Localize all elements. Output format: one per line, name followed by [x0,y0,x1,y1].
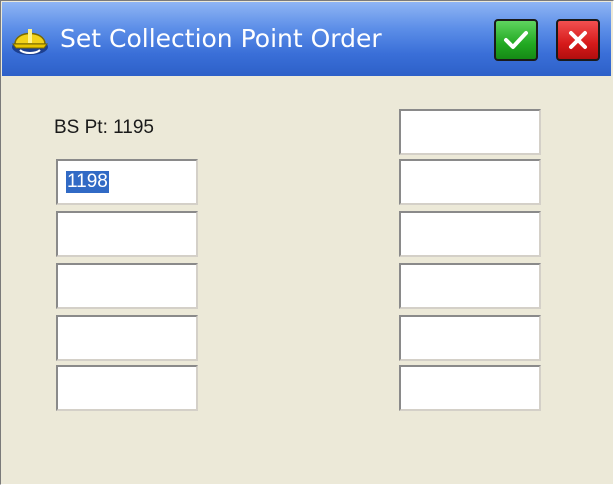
point-order-field-6[interactable] [399,109,541,155]
point-order-field-5[interactable] [56,365,198,411]
title-bar: Set Collection Point Order [2,2,611,76]
point-order-field-10[interactable] [399,315,541,361]
point-order-field-7[interactable] [399,159,541,205]
point-order-field-2[interactable] [56,211,198,257]
cancel-button[interactable] [556,19,600,61]
point-order-field-9[interactable] [399,263,541,309]
window-title: Set Collection Point Order [60,24,382,53]
point-order-field-11[interactable] [399,365,541,411]
point-order-field-1-value: 1198 [66,171,109,193]
close-icon [569,31,587,49]
point-order-field-8[interactable] [399,211,541,257]
ok-button[interactable] [494,19,538,61]
checkmark-icon [504,31,528,49]
point-order-field-3[interactable] [56,263,198,309]
surveyor-hardhat-icon [12,29,48,55]
point-order-field-1[interactable]: 1198 [56,159,198,205]
backsight-point-label: BS Pt: 1195 [54,117,154,138]
dialog-window: Set Collection Point Order BS Pt: 1195 1… [0,0,614,485]
point-order-field-4[interactable] [56,315,198,361]
